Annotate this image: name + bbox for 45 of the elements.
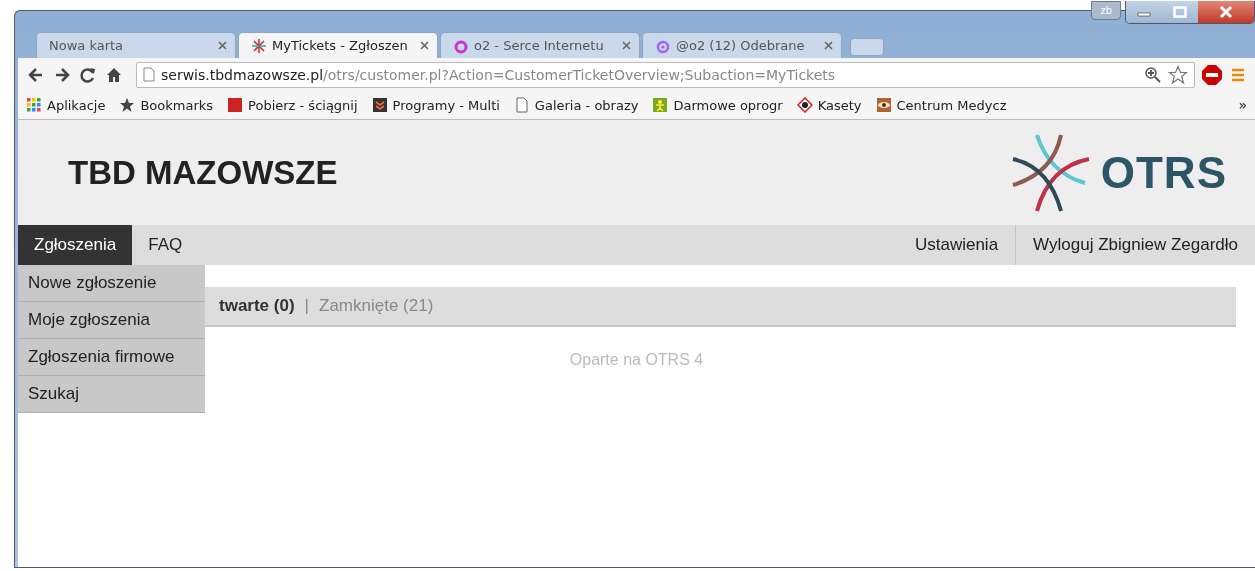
bookmark-item[interactable]: Programy - Multi (371, 97, 500, 113)
close-icon[interactable] (824, 41, 833, 50)
figure-square-icon (653, 98, 668, 112)
menu-item[interactable]: Moje zgłoszenia (18, 302, 205, 339)
logo-text: OTRS (1100, 147, 1227, 198)
bookmark-item[interactable]: Darmowe oprogr (652, 97, 783, 113)
filter-link[interactable]: twarte (0) (219, 296, 295, 316)
nav-tab[interactable]: FAQ (132, 225, 199, 265)
bookmark-item[interactable]: Kasety (796, 97, 862, 113)
bookmark-item[interactable]: Centrum Medycz (875, 97, 1007, 113)
more-bookmarks-button[interactable]: » (1238, 97, 1247, 113)
address-bar[interactable]: serwis.tbdmazowsze.pl/otrs/customer.pl?Action=CustomerTicketOverview;Subaction=MyTickets (136, 61, 1195, 88)
browser-tab[interactable]: Nowa karta (36, 32, 236, 58)
close-button[interactable] (1198, 1, 1254, 23)
browser-tab[interactable]: o2 - Serce Internetu (440, 32, 640, 58)
star-icon (120, 98, 135, 112)
chevron-square-icon (372, 98, 387, 112)
menu-item[interactable]: Zgłoszenia firmowe (18, 339, 205, 376)
site-title: TBD MAZOWSZE (68, 153, 338, 192)
nav-link[interactable]: Ustawienia (897, 225, 1016, 265)
bookmark-item[interactable]: Aplikacje (26, 97, 106, 113)
square-icon (228, 98, 243, 112)
menu-item[interactable]: Nowe zgłoszenie (18, 265, 205, 302)
menu-item[interactable]: Szukaj (18, 376, 205, 413)
nav-tab[interactable]: Zgłoszenia (18, 225, 133, 265)
zoom-icon[interactable] (1144, 65, 1162, 84)
asterisk-icon (251, 37, 267, 54)
browser-tab[interactable]: MyTickets - Zgłoszen (238, 32, 438, 58)
separator-text: | (304, 296, 309, 316)
bookmark-item[interactable]: Bookmarks (119, 97, 214, 113)
page-icon (516, 97, 528, 113)
close-icon[interactable] (420, 41, 429, 50)
maximize-icon (1173, 6, 1187, 18)
close-icon[interactable] (622, 41, 631, 50)
footer-text: Oparte na OTRS 4 (569, 351, 704, 368)
page-icon (143, 67, 155, 82)
apps-grid-icon (27, 98, 41, 112)
browser-tab[interactable]: @o2 (12) Odebrane (642, 32, 842, 58)
bookmark-item[interactable]: Pobierz - ściągnij (227, 97, 358, 113)
stop-sign-icon[interactable] (1201, 63, 1223, 86)
bookmark-item[interactable]: Galeria - obrazy (513, 97, 639, 113)
close-icon[interactable] (218, 41, 227, 50)
close-icon (1218, 5, 1234, 19)
star-icon[interactable] (1168, 64, 1188, 85)
nav-link[interactable]: Wyloguj Zbigniew Zegardło (1015, 225, 1255, 265)
